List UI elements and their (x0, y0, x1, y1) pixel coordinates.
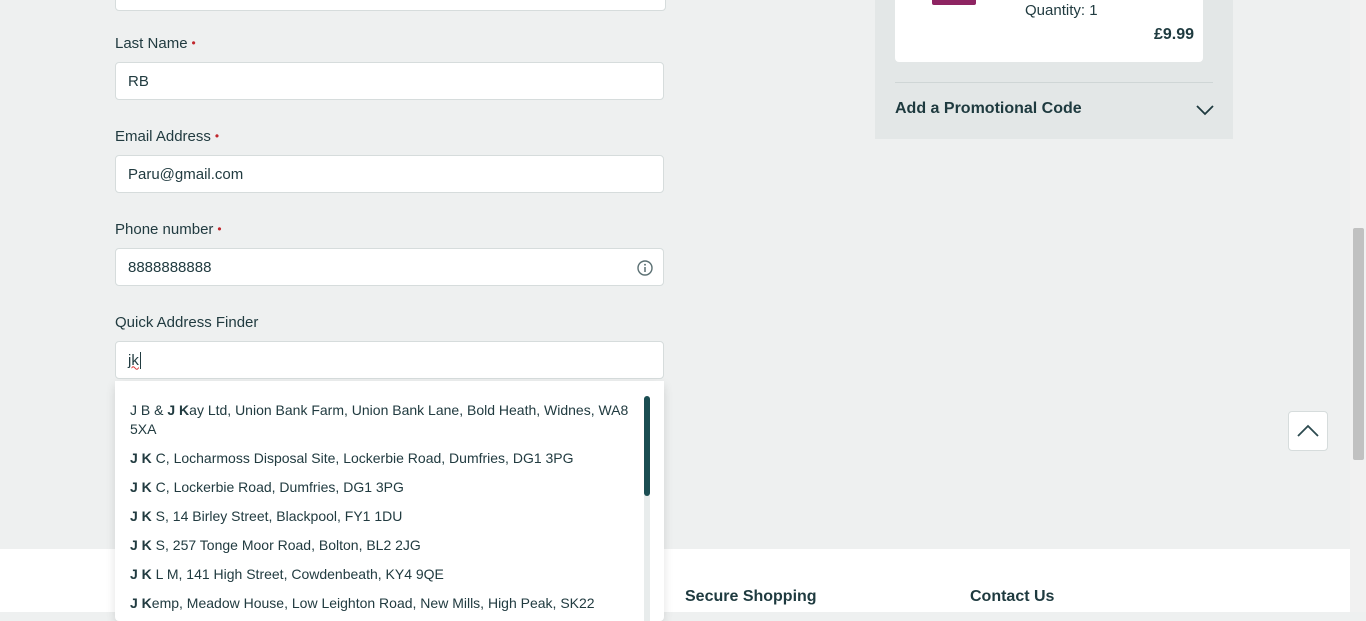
address-finder-value: jk (128, 351, 139, 369)
suggestion-match: J K (167, 402, 190, 418)
address-suggestion-item[interactable]: J K S, 14 Birley Street, Blackpool, FY1 … (115, 507, 664, 526)
email-value: Paru@gmail.com (128, 165, 244, 183)
phone-label: Phone number • (115, 221, 222, 238)
suggestion-match: J K (130, 508, 152, 524)
promo-code-toggle[interactable]: Add a Promotional Code (895, 100, 1082, 118)
suggestion-match: J K (130, 479, 152, 495)
dropdown-scrollbar-thumb[interactable] (644, 396, 650, 496)
address-suggestion-item[interactable]: J B & J Kay Ltd, Union Bank Farm, Union … (115, 401, 664, 439)
suggestion-text: S, 14 Birley Street, Blackpool, FY1 1DU (151, 508, 403, 524)
item-price: £9.99 (1153, 26, 1194, 43)
suggestion-text: emp, Meadow House, Low Leighton Road, Ne… (151, 595, 595, 611)
address-suggestion-item[interactable]: J Kemp, Meadow House, Low Leighton Road,… (115, 594, 664, 613)
phone-label-text: Phone number (115, 221, 214, 238)
previous-field-input[interactable] (115, 0, 666, 11)
item-quantity: Quantity: 1 (1025, 2, 1098, 19)
suggestion-prefix: J B & (130, 402, 168, 418)
last-name-input[interactable]: RB (115, 62, 664, 100)
email-label: Email Address • (115, 128, 219, 145)
suggestion-list: J B & J Kay Ltd, Union Bank Farm, Union … (115, 381, 664, 613)
last-name-value: RB (128, 72, 149, 90)
email-label-text: Email Address (115, 128, 211, 145)
last-name-label: Last Name • (115, 35, 196, 52)
back-to-top-button[interactable] (1288, 411, 1328, 451)
text-caret (139, 351, 141, 369)
summary-divider (895, 82, 1213, 83)
page-scrollbar-thumb[interactable] (1353, 228, 1364, 460)
address-finder-label-text: Quick Address Finder (115, 314, 259, 331)
email-input[interactable]: Paru@gmail.com (115, 155, 664, 193)
suggestion-text: S, 257 Tonge Moor Road, Bolton, BL2 2JG (151, 537, 421, 553)
address-suggestion-item[interactable]: J K S, 257 Tonge Moor Road, Bolton, BL2 … (115, 536, 664, 555)
suggestion-match: J K (130, 450, 152, 466)
phone-value: 8888888888 (128, 258, 212, 276)
address-suggestion-item[interactable]: J K L M, 141 High Street, Cowdenbeath, K… (115, 565, 664, 584)
address-suggestion-item[interactable]: J K C, Locharmoss Disposal Site, Lockerb… (115, 449, 664, 468)
required-marker: • (214, 129, 220, 143)
suggestion-match: J K (130, 537, 152, 553)
last-name-label-text: Last Name (115, 35, 188, 52)
suggestion-text: L M, 141 High Street, Cowdenbeath, KY4 9… (151, 566, 444, 582)
footer-secure-shopping-heading: Secure Shopping (685, 588, 817, 605)
suggestion-text: C, Locharmoss Disposal Site, Lockerbie R… (151, 450, 574, 466)
suggestion-match: J K (130, 566, 152, 582)
address-suggestion-item[interactable]: J K C, Lockerbie Road, Dumfries, DG1 3PG (115, 478, 664, 497)
product-thumbnail (932, 0, 976, 5)
required-marker: • (217, 222, 222, 236)
chevron-up-icon (1297, 424, 1319, 437)
suggestion-text: C, Lockerbie Road, Dumfries, DG1 3PG (151, 479, 404, 495)
address-finder-input[interactable]: jk (115, 341, 664, 379)
address-finder-label: Quick Address Finder (115, 314, 258, 331)
footer-contact-us-heading: Contact Us (970, 588, 1055, 605)
info-icon[interactable] (637, 260, 653, 276)
suggestion-text: ay Ltd, Union Bank Farm, Union Bank Lane… (130, 402, 629, 437)
suggestion-match: J K (130, 595, 152, 611)
phone-input[interactable]: 8888888888 (115, 248, 664, 286)
address-suggestions-dropdown: J B & J Kay Ltd, Union Bank Farm, Union … (115, 381, 664, 621)
required-marker: • (191, 36, 196, 50)
chevron-down-icon[interactable] (1195, 103, 1215, 117)
